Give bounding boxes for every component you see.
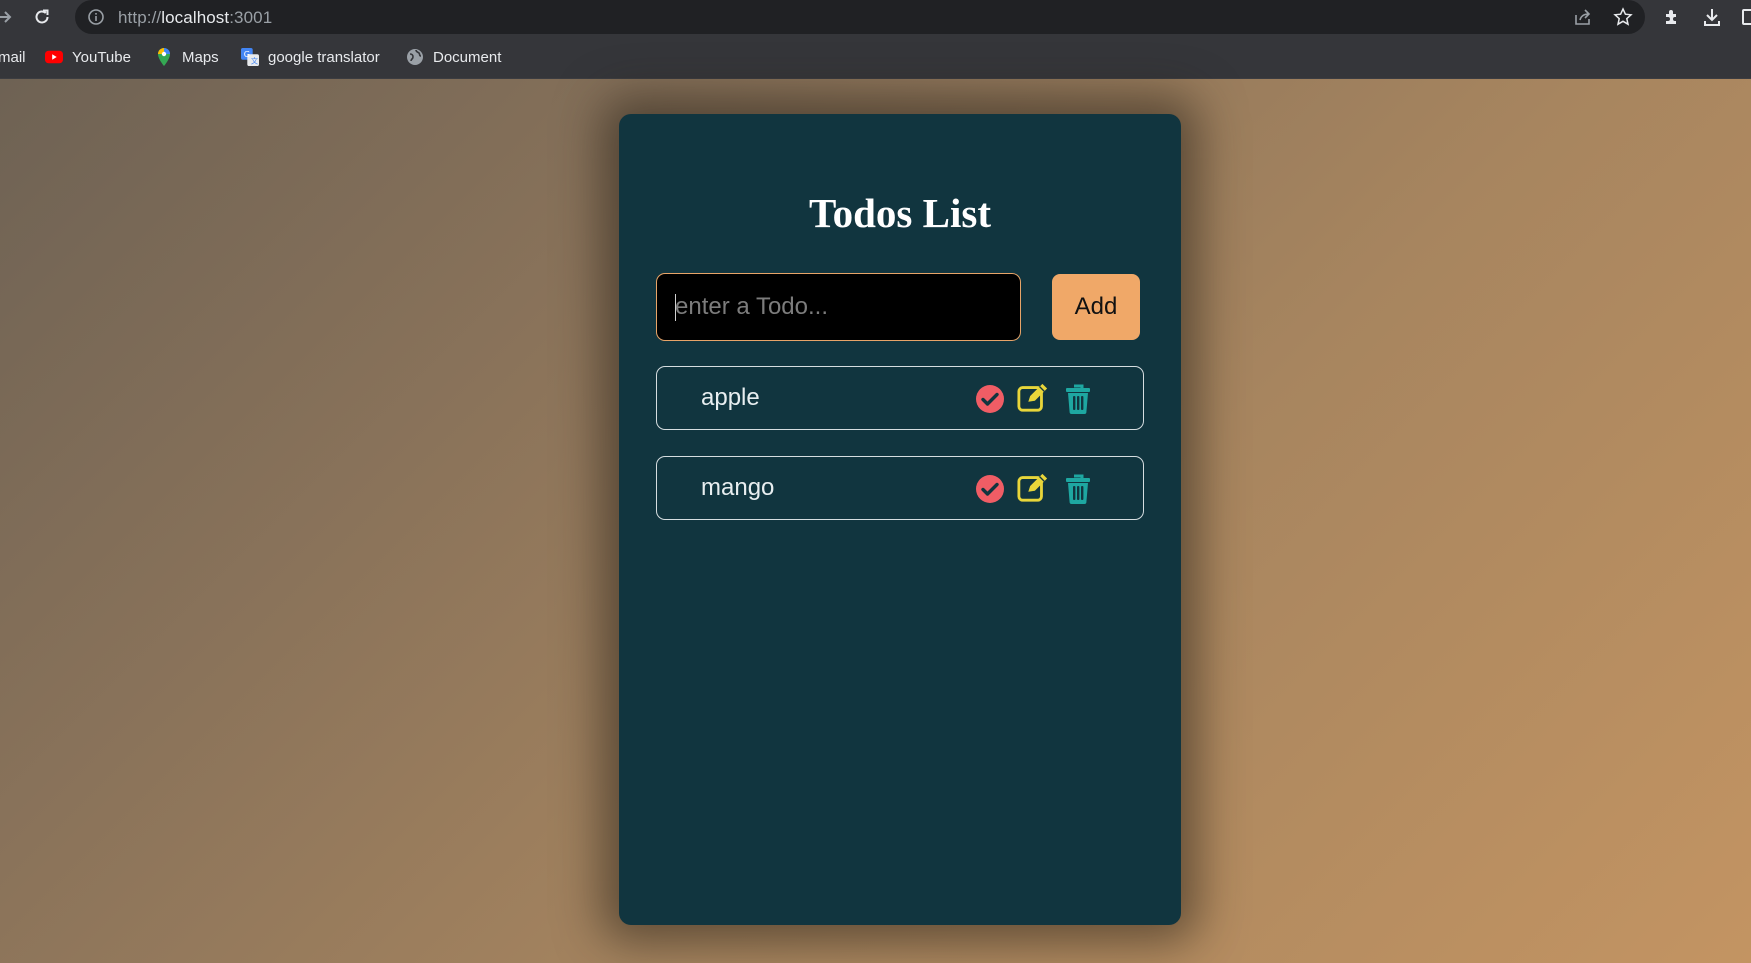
bookmark-document[interactable]: Document bbox=[406, 46, 501, 68]
add-button[interactable]: Add bbox=[1052, 274, 1140, 340]
todo-card: Todos List Add apple mango bbox=[619, 114, 1181, 925]
forward-icon[interactable] bbox=[0, 6, 16, 28]
url-host: localhost bbox=[161, 8, 230, 27]
bookmark-label: mail bbox=[0, 48, 26, 66]
page-background: Todos List Add apple mango bbox=[0, 79, 1751, 963]
bookmark-maps[interactable]: Maps bbox=[155, 46, 219, 68]
bookmarks-bar: mail YouTube Maps G文 google translator D… bbox=[0, 35, 1751, 79]
bookmark-label: google translator bbox=[268, 48, 380, 66]
bookmark-google-translator[interactable]: G文 google translator bbox=[241, 46, 380, 68]
edit-icon[interactable] bbox=[1017, 381, 1049, 413]
todo-list: apple mango bbox=[656, 366, 1144, 546]
globe-icon bbox=[406, 48, 424, 66]
side-panel-icon[interactable] bbox=[1738, 5, 1751, 29]
url-text: http://localhost:3001 bbox=[118, 8, 272, 28]
bookmark-label: Maps bbox=[182, 48, 219, 66]
reload-icon[interactable] bbox=[31, 6, 53, 28]
google-translate-icon: G文 bbox=[241, 48, 259, 66]
address-bar[interactable]: http://localhost:3001 bbox=[75, 0, 1645, 34]
delete-trash-icon[interactable] bbox=[1062, 383, 1094, 415]
todo-item: apple bbox=[656, 366, 1144, 430]
page-title: Todos List bbox=[809, 190, 991, 236]
url-scheme: http:// bbox=[118, 8, 162, 27]
delete-trash-icon[interactable] bbox=[1062, 473, 1094, 505]
bookmark-label: YouTube bbox=[72, 48, 131, 66]
url-port: :3001 bbox=[229, 8, 273, 27]
complete-check-icon[interactable] bbox=[974, 473, 1006, 505]
site-info-icon[interactable] bbox=[87, 8, 105, 26]
text-caret bbox=[675, 294, 676, 321]
youtube-icon bbox=[45, 48, 63, 66]
svg-text:文: 文 bbox=[251, 56, 258, 65]
edit-icon[interactable] bbox=[1017, 471, 1049, 503]
maps-icon bbox=[155, 48, 173, 66]
todo-text: apple bbox=[701, 384, 760, 411]
todo-item: mango bbox=[656, 456, 1144, 520]
download-icon[interactable] bbox=[1700, 5, 1724, 29]
svg-text:G: G bbox=[244, 49, 250, 59]
browser-toolbar: http://localhost:3001 bbox=[0, 0, 1751, 35]
share-icon[interactable] bbox=[1572, 6, 1594, 28]
todo-text: mango bbox=[701, 474, 775, 501]
complete-check-icon[interactable] bbox=[974, 383, 1006, 415]
bookmark-gmail[interactable]: mail bbox=[0, 46, 26, 68]
extensions-icon[interactable] bbox=[1660, 5, 1684, 29]
bookmark-label: Document bbox=[433, 48, 502, 66]
todo-input[interactable] bbox=[656, 273, 1021, 341]
bookmark-star-icon[interactable] bbox=[1612, 6, 1634, 28]
bookmark-youtube[interactable]: YouTube bbox=[45, 46, 131, 68]
